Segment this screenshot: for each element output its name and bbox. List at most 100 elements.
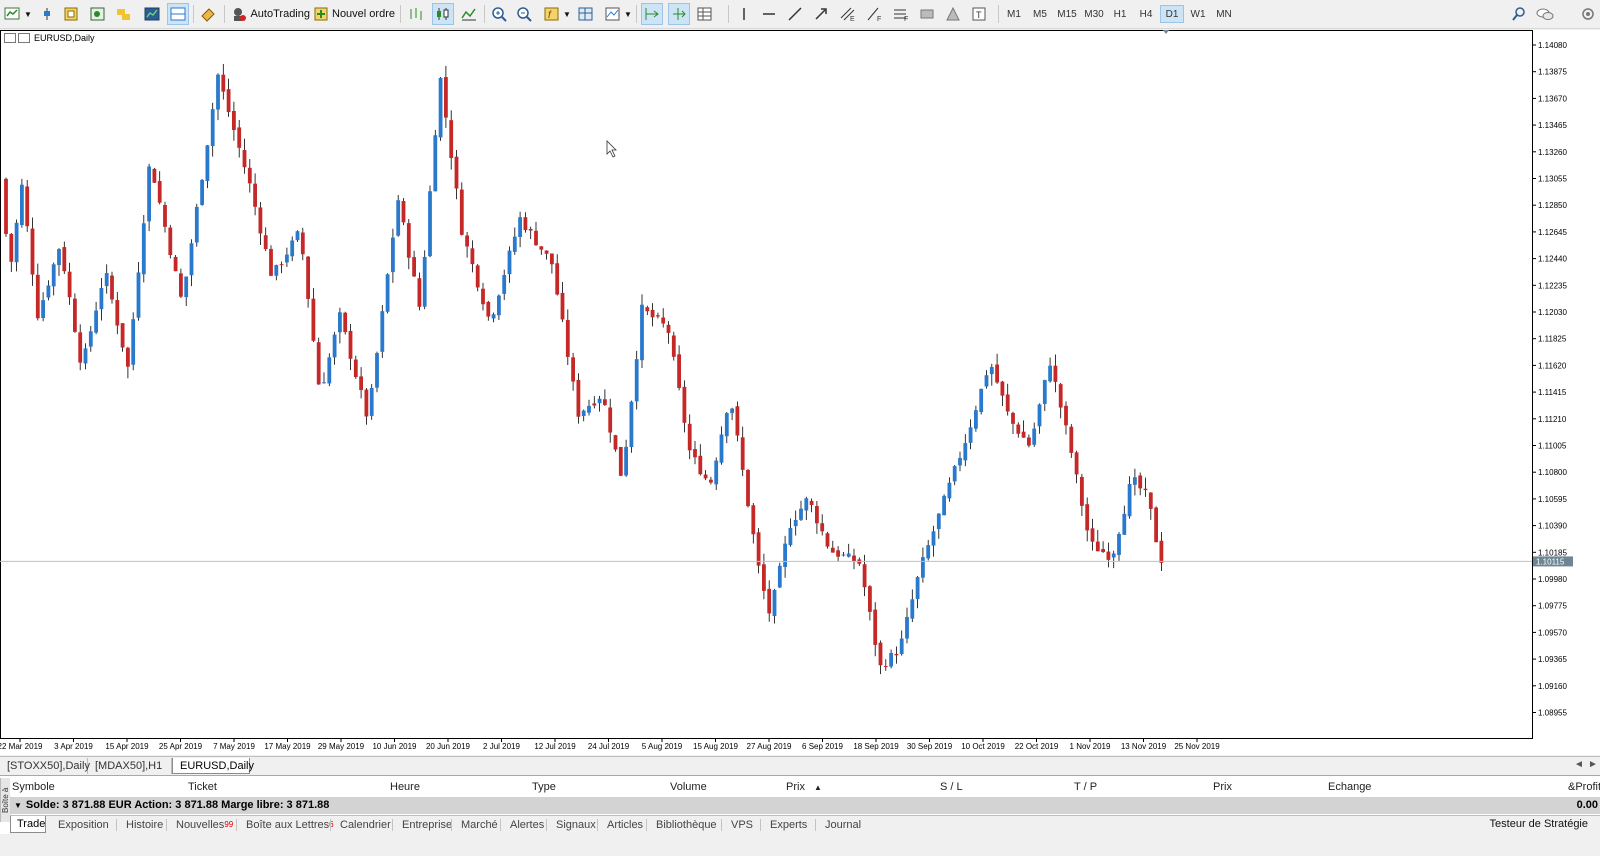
- chevron-down-icon[interactable]: ▼: [23, 3, 33, 25]
- timeframe-w1[interactable]: W1: [1186, 5, 1210, 23]
- tab-experts[interactable]: Experts: [764, 816, 813, 833]
- candle-bear: [173, 256, 178, 272]
- chart-tab-eurusd[interactable]: EURUSD,Daily: [172, 758, 254, 774]
- chat-icon[interactable]: [1534, 3, 1556, 25]
- chevron-down-icon[interactable]: ▼: [623, 3, 633, 25]
- price-chart[interactable]: 1.14080 1.13875 1.13670 1.13465 1.13260 1.130…: [0, 30, 1600, 755]
- fibonacci-levels-icon[interactable]: F: [890, 3, 912, 25]
- tab-library[interactable]: Bibliothèque: [650, 816, 723, 833]
- indicators-icon[interactable]: f: [541, 3, 563, 25]
- candle-bull: [438, 77, 443, 138]
- triangle-icon[interactable]: [942, 3, 964, 25]
- price-label: 1.09160: [1538, 682, 1567, 691]
- timeframe-m15[interactable]: M15: [1054, 5, 1080, 23]
- tab-left-arrow-icon[interactable]: ◄: [1574, 759, 1584, 770]
- candle-bear: [645, 307, 650, 312]
- candle-bull: [184, 276, 189, 298]
- tab-alerts[interactable]: Alertes: [504, 816, 550, 833]
- chart-shift-icon[interactable]: [668, 3, 690, 25]
- chevron-down-icon[interactable]: ▼: [562, 3, 572, 25]
- col-volume[interactable]: Volume: [670, 781, 707, 793]
- tab-journal[interactable]: Journal: [819, 816, 867, 833]
- timeframe-d1[interactable]: D1: [1160, 5, 1184, 23]
- tab-history[interactable]: Histoire: [120, 816, 169, 833]
- timeframe-h4[interactable]: H4: [1134, 5, 1158, 23]
- search-icon[interactable]: [1508, 3, 1530, 25]
- metaeditor-icon[interactable]: [197, 3, 219, 25]
- rectangle-icon[interactable]: [916, 3, 938, 25]
- tab-right-arrow-icon[interactable]: ►: [1588, 759, 1598, 770]
- col-swap[interactable]: Echange: [1328, 781, 1371, 793]
- col-price[interactable]: Prix ▲: [786, 781, 822, 793]
- trendline-icon[interactable]: [784, 3, 806, 25]
- window-icon: [4, 33, 16, 43]
- tab-vps[interactable]: VPS: [725, 816, 759, 833]
- timeframe-m5[interactable]: M5: [1028, 5, 1052, 23]
- tab-company[interactable]: Entreprise: [396, 816, 458, 833]
- candle-bull: [1042, 380, 1047, 404]
- horizontal-line-icon[interactable]: [758, 3, 780, 25]
- col-time[interactable]: Heure: [390, 781, 420, 793]
- col-type[interactable]: Type: [532, 781, 556, 793]
- tab-news[interactable]: Nouvelles 99: [170, 816, 239, 833]
- new-chart-icon[interactable]: [2, 3, 24, 25]
- auto-scroll-icon[interactable]: [641, 3, 663, 25]
- candle-bear: [571, 357, 575, 382]
- chart-tab-mdax50[interactable]: [MDAX50],H1: [88, 758, 172, 774]
- timeframe-mn[interactable]: MN: [1212, 5, 1236, 23]
- market-watch-icon[interactable]: [36, 3, 58, 25]
- candlestick-chart[interactable]: 1.14080 1.13875 1.13670 1.13465 1.13260 1.130…: [0, 30, 1600, 755]
- tab-articles[interactable]: Articles: [601, 816, 649, 833]
- candle-bull: [41, 300, 45, 318]
- timeframe-m30[interactable]: M30: [1081, 5, 1107, 23]
- candle-bear: [687, 423, 692, 451]
- candle-bear: [152, 168, 157, 183]
- col-profit[interactable]: &Profit: [1568, 781, 1600, 793]
- zoom-in-icon[interactable]: [489, 3, 511, 25]
- tab-mailbox[interactable]: Boîte aux Lettres 6: [240, 816, 340, 833]
- options-icon[interactable]: [1578, 3, 1598, 25]
- col-symbol[interactable]: Symbole: [12, 781, 55, 793]
- fibonacci-icon[interactable]: F: [864, 3, 886, 25]
- tab-signals[interactable]: Signaux: [550, 816, 602, 833]
- autotrading-button[interactable]: AutoTrading: [230, 3, 310, 25]
- equidistant-channel-icon[interactable]: E: [837, 3, 859, 25]
- tab-calendar[interactable]: Calendrier: [334, 816, 397, 833]
- arrow-tool-icon[interactable]: [810, 3, 832, 25]
- candle-bull: [189, 243, 194, 276]
- new-order-button[interactable]: Nouvel ordre: [313, 3, 395, 25]
- balance-row[interactable]: ▼ Solde: 3 871.88 EUR Action: 3 871.88 Ma…: [10, 797, 1600, 814]
- timeframe-h1[interactable]: H1: [1108, 5, 1132, 23]
- tab-trade[interactable]: Trade: [10, 816, 46, 833]
- candle-bull: [136, 272, 141, 318]
- col-tp[interactable]: T / P: [1074, 781, 1097, 793]
- autotrading-icon: [234, 8, 246, 21]
- grid-icon[interactable]: [694, 3, 716, 25]
- strategy-tester-icon[interactable]: [141, 3, 163, 25]
- candlestick-chart-icon[interactable]: [432, 3, 454, 25]
- col-ticket[interactable]: Ticket: [188, 781, 217, 793]
- tab-exposure[interactable]: Exposition: [52, 816, 115, 833]
- price-label: 1.12850: [1538, 201, 1567, 210]
- candle-bear: [359, 376, 363, 391]
- line-chart-icon[interactable]: [458, 3, 480, 25]
- strategy-tester-tab[interactable]: Testeur de Stratégie: [1490, 818, 1588, 830]
- bar-chart-icon[interactable]: [405, 3, 427, 25]
- vertical-line-icon[interactable]: [733, 3, 755, 25]
- candle-bull: [714, 460, 719, 485]
- timeframe-m1[interactable]: M1: [1002, 5, 1026, 23]
- zoom-out-icon[interactable]: [514, 3, 536, 25]
- terminal-icon[interactable]: [113, 3, 135, 25]
- periodicity-icon[interactable]: [602, 3, 624, 25]
- candle-bear: [762, 564, 766, 591]
- tab-market[interactable]: Marché: [455, 816, 504, 833]
- collapse-icon[interactable]: ▼: [14, 801, 22, 810]
- templates-icon[interactable]: [575, 3, 597, 25]
- data-window-icon[interactable]: [61, 3, 83, 25]
- col-sl[interactable]: S / L: [940, 781, 963, 793]
- navigator-icon[interactable]: [87, 3, 109, 25]
- text-tool-icon[interactable]: T: [968, 3, 990, 25]
- profiles-icon[interactable]: [167, 3, 189, 25]
- col-price-current[interactable]: Prix: [1213, 781, 1232, 793]
- chart-tab-stoxx50[interactable]: [STOXX50],Daily: [0, 758, 90, 774]
